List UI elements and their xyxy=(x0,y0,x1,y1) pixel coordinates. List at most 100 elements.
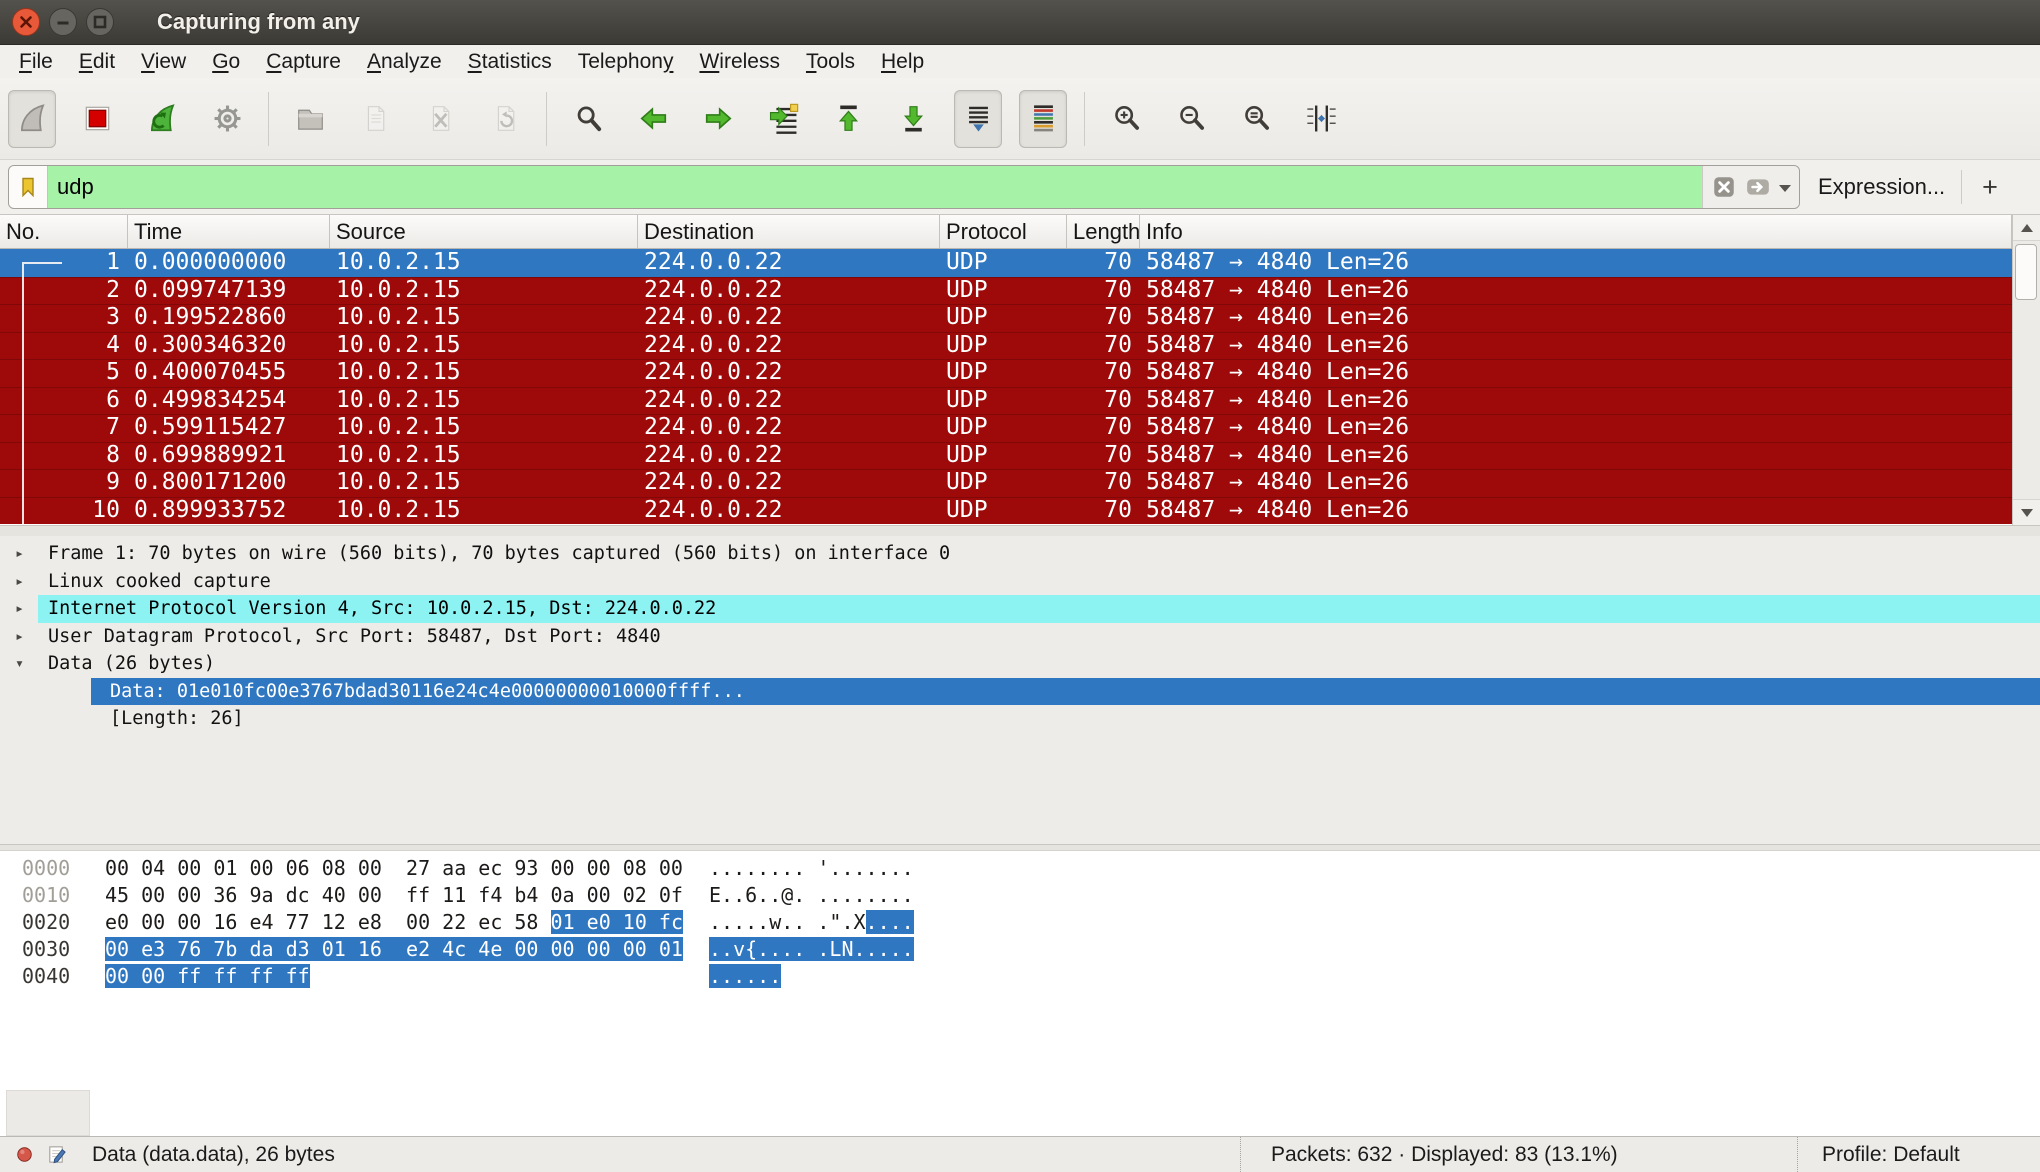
hex-row-0030[interactable]: 003000 e3 76 7b da d3 01 16 e2 4c 4e 00 … xyxy=(0,936,2040,963)
display-filter-input[interactable]: udp xyxy=(8,165,1800,209)
open-file-button[interactable] xyxy=(286,90,334,148)
detail-row-4[interactable]: ▾Data (26 bytes) xyxy=(0,650,2040,678)
filter-apply-icon[interactable] xyxy=(1745,174,1771,200)
hex-bytes[interactable]: 00 00 ff ff ff ff xyxy=(105,963,310,990)
start-capture-button[interactable] xyxy=(8,90,56,148)
capture-comment-icon[interactable] xyxy=(46,1144,67,1165)
reload-file-button[interactable] xyxy=(481,90,529,148)
hex-bytes[interactable]: 00 04 00 01 00 06 08 00 27 aa ec 93 00 0… xyxy=(105,855,683,882)
scroll-down-arrow[interactable] xyxy=(2013,499,2040,525)
go-last-button[interactable] xyxy=(889,90,937,148)
column-header-info[interactable]: Info xyxy=(1140,215,2012,248)
menu-file[interactable]: File xyxy=(6,48,66,76)
filter-history-caret[interactable] xyxy=(1779,185,1791,198)
close-button[interactable] xyxy=(11,7,41,37)
menu-view[interactable]: View xyxy=(128,48,199,76)
expander-closed-icon[interactable]: ▸ xyxy=(15,568,24,596)
detail-row-0[interactable]: ▸Frame 1: 70 bytes on wire (560 bits), 7… xyxy=(0,540,2040,568)
packet-row-6[interactable]: 60.49983425410.0.2.15224.0.0.22UDP705848… xyxy=(0,387,2012,415)
scroll-up-arrow[interactable] xyxy=(2013,215,2040,241)
expert-info-icon[interactable] xyxy=(16,1146,33,1163)
packet-row-2[interactable]: 20.09974713910.0.2.15224.0.0.22UDP705848… xyxy=(0,277,2012,305)
profile-selector[interactable]: Profile: Default xyxy=(1797,1137,2040,1172)
zoom-in-button[interactable] xyxy=(1102,90,1150,148)
menu-capture[interactable]: Capture xyxy=(253,48,354,76)
packet-row-5[interactable]: 50.40007045510.0.2.15224.0.0.22UDP705848… xyxy=(0,359,2012,387)
hex-ascii[interactable]: .....w.. .".X.... xyxy=(709,909,914,936)
auto-scroll-toggle[interactable] xyxy=(954,90,1002,148)
hex-ascii[interactable]: E..6..@. ........ xyxy=(709,882,914,909)
capture-options-button[interactable] xyxy=(203,90,251,148)
minimize-button[interactable] xyxy=(48,7,78,37)
filter-clear-icon[interactable] xyxy=(1711,174,1737,200)
packet-row-7[interactable]: 70.59911542710.0.2.15224.0.0.22UDP705848… xyxy=(0,414,2012,442)
expander-open-icon[interactable]: ▾ xyxy=(15,650,24,678)
filter-bookmark-button[interactable] xyxy=(9,166,48,208)
hex-bytes[interactable]: e0 00 00 16 e4 77 12 e8 00 22 ec 58 01 e… xyxy=(105,909,683,936)
detail-row-5[interactable]: Data: 01e010fc00e3767bdad30116e24c4e0000… xyxy=(0,678,2040,706)
stop-capture-button[interactable] xyxy=(73,90,121,148)
hex-row-0010[interactable]: 001045 00 00 36 9a dc 40 00 ff 11 f4 b4 … xyxy=(0,882,2040,909)
packet-row-4[interactable]: 40.30034632010.0.2.15224.0.0.22UDP705848… xyxy=(0,332,2012,360)
hex-row-0040[interactable]: 004000 00 ff ff ff ff...... xyxy=(0,963,2040,990)
expander-closed-icon[interactable]: ▸ xyxy=(15,623,24,651)
close-file-button[interactable] xyxy=(416,90,464,148)
go-back-button[interactable] xyxy=(629,90,677,148)
hex-bytes[interactable]: 00 e3 76 7b da d3 01 16 e2 4c 4e 00 00 0… xyxy=(105,936,683,963)
expander-closed-icon[interactable]: ▸ xyxy=(15,595,24,623)
menu-telephony[interactable]: Telephony xyxy=(565,48,687,76)
menu-statistics[interactable]: Statistics xyxy=(455,48,565,76)
cell-no: 2 xyxy=(0,277,128,305)
zoom-original-button[interactable] xyxy=(1232,90,1280,148)
packet-row-9[interactable]: 90.80017120010.0.2.15224.0.0.22UDP705848… xyxy=(0,469,2012,497)
pane-splitter-2[interactable] xyxy=(0,844,2040,851)
packet-list-scrollbar[interactable] xyxy=(2012,215,2040,525)
detail-row-6[interactable]: [Length: 26] xyxy=(0,705,2040,733)
go-first-button[interactable] xyxy=(824,90,872,148)
save-file-button[interactable] xyxy=(351,90,399,148)
scrollbar-thumb[interactable] xyxy=(2015,244,2037,300)
go-forward-button[interactable] xyxy=(694,90,742,148)
packet-row-3[interactable]: 30.19952286010.0.2.15224.0.0.22UDP705848… xyxy=(0,304,2012,332)
find-packet-button[interactable] xyxy=(564,90,612,148)
hex-row-0000[interactable]: 000000 04 00 01 00 06 08 00 27 aa ec 93 … xyxy=(0,855,2040,882)
column-header-length[interactable]: Length xyxy=(1067,215,1140,248)
colorize-toggle[interactable] xyxy=(1019,90,1067,148)
menu-wireless[interactable]: Wireless xyxy=(686,48,793,76)
expander-closed-icon[interactable]: ▸ xyxy=(15,540,24,568)
pane-splitter-1[interactable] xyxy=(0,525,2040,536)
cell-info: 58487 → 4840 Len=26 xyxy=(1140,387,2012,415)
menu-tools[interactable]: Tools xyxy=(793,48,868,76)
menu-help[interactable]: Help xyxy=(868,48,937,76)
detail-row-2[interactable]: ▸Internet Protocol Version 4, Src: 10.0.… xyxy=(0,595,2040,623)
detail-row-1[interactable]: ▸Linux cooked capture xyxy=(0,568,2040,596)
zoom-in-icon xyxy=(1110,102,1143,135)
go-to-packet-button[interactable] xyxy=(759,90,807,148)
packet-row-8[interactable]: 80.69988992110.0.2.15224.0.0.22UDP705848… xyxy=(0,442,2012,470)
maximize-button[interactable] xyxy=(85,7,115,37)
column-header-source[interactable]: Source xyxy=(330,215,638,248)
packet-row-10[interactable]: 100.89993375210.0.2.15224.0.0.22UDP70584… xyxy=(0,497,2012,525)
hex-row-0020[interactable]: 0020e0 00 00 16 e4 77 12 e8 00 22 ec 58 … xyxy=(0,909,2040,936)
resize-columns-button[interactable] xyxy=(1297,90,1345,148)
hex-ascii[interactable]: ........ '....... xyxy=(709,855,914,882)
column-header-time[interactable]: Time xyxy=(128,215,330,248)
hex-ascii[interactable]: ...... xyxy=(709,963,781,990)
hex-bytes[interactable]: 45 00 00 36 9a dc 40 00 ff 11 f4 b4 0a 0… xyxy=(105,882,683,909)
column-header-destination[interactable]: Destination xyxy=(638,215,940,248)
filter-value[interactable]: udp xyxy=(48,166,1702,208)
cell-protocol: UDP xyxy=(940,387,1067,415)
zoom-out-button[interactable] xyxy=(1167,90,1215,148)
cell-source: 10.0.2.15 xyxy=(330,332,638,360)
column-header-protocol[interactable]: Protocol xyxy=(940,215,1067,248)
expression-button[interactable]: Expression... xyxy=(1818,174,1945,200)
menu-go[interactable]: Go xyxy=(199,48,253,76)
menu-edit[interactable]: Edit xyxy=(66,48,128,76)
packet-row-1[interactable]: 10.00000000010.0.2.15224.0.0.22UDP705848… xyxy=(0,249,2012,277)
detail-row-3[interactable]: ▸User Datagram Protocol, Src Port: 58487… xyxy=(0,623,2040,651)
menu-analyze[interactable]: Analyze xyxy=(354,48,455,76)
hex-ascii[interactable]: ..v{.... .LN..... xyxy=(709,936,914,963)
column-header-no[interactable]: No. xyxy=(0,215,128,248)
add-filter-button[interactable]: + xyxy=(1972,172,2008,203)
restart-capture-button[interactable] xyxy=(138,90,186,148)
